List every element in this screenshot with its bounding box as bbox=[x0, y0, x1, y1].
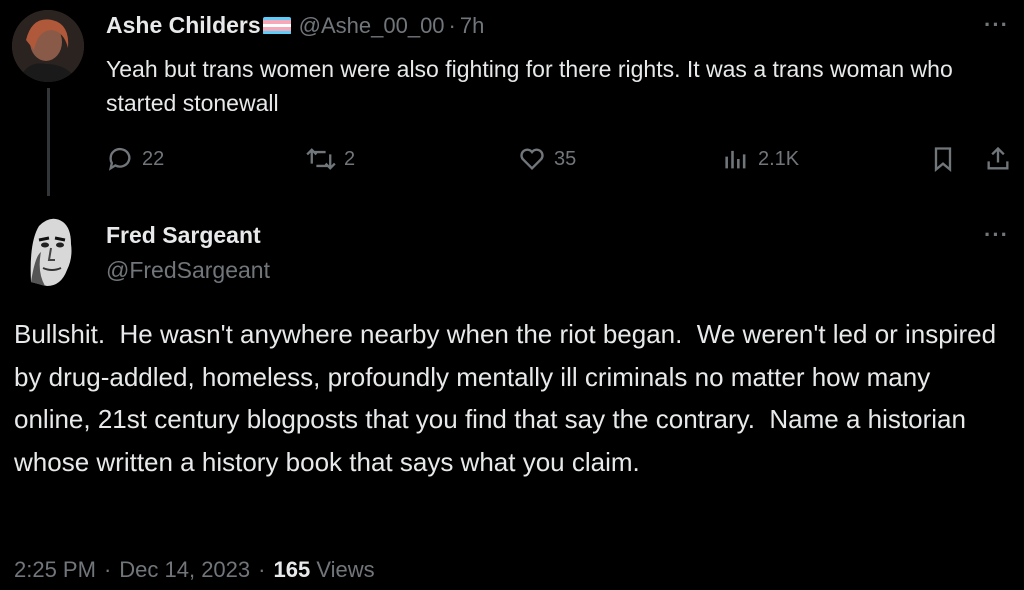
handle[interactable]: @Ashe_00_00 bbox=[299, 13, 445, 39]
more-options-icon[interactable]: ··· bbox=[984, 222, 1009, 248]
timestamp[interactable]: 7h bbox=[460, 13, 484, 39]
bookmark-icon bbox=[934, 147, 952, 172]
avatar[interactable] bbox=[12, 10, 84, 82]
handle[interactable]: @FredSargeant bbox=[106, 257, 270, 284]
share-button[interactable] bbox=[984, 145, 1012, 173]
like-button[interactable]: 35 bbox=[518, 145, 576, 173]
tweet-text: Bullshit. He wasn't anywhere nearby when… bbox=[14, 319, 1004, 477]
reply-count: 22 bbox=[142, 147, 165, 170]
repost-count: 2 bbox=[344, 147, 356, 170]
tweet-date[interactable]: Dec 14, 2023 bbox=[119, 557, 250, 583]
display-name[interactable]: Fred Sargeant bbox=[106, 222, 261, 249]
reply-button[interactable]: 22 bbox=[106, 145, 164, 173]
reply-text: Yeah but trans women were also fighting … bbox=[106, 56, 953, 116]
reply-icon bbox=[108, 147, 131, 171]
avatar[interactable] bbox=[25, 212, 77, 288]
bookmark-button[interactable] bbox=[929, 145, 957, 173]
tweet-meta: 2:25 PM · Dec 14, 2023 · 165 Views bbox=[14, 557, 375, 583]
like-icon bbox=[520, 148, 544, 170]
views-summary[interactable]: 165 Views bbox=[273, 557, 374, 583]
share-icon bbox=[987, 146, 1009, 170]
avatar-image bbox=[12, 10, 84, 82]
views-button[interactable]: 2.1K bbox=[722, 145, 799, 173]
display-name[interactable]: Ashe Childers bbox=[106, 12, 261, 39]
reply-header: Ashe Childers @Ashe_00_00 · 7h bbox=[106, 12, 484, 39]
avatar-image bbox=[25, 212, 77, 288]
trans-flag-icon bbox=[262, 16, 291, 35]
separator: · bbox=[448, 12, 456, 38]
like-count: 35 bbox=[554, 147, 577, 170]
repost-button[interactable]: 2 bbox=[306, 145, 355, 173]
separator: · bbox=[103, 557, 112, 582]
tweet-time[interactable]: 2:25 PM bbox=[14, 557, 96, 583]
repost-icon bbox=[306, 148, 336, 170]
views-count: 165 bbox=[273, 557, 311, 582]
views-count: 2.1K bbox=[758, 147, 800, 170]
more-options-icon[interactable]: ··· bbox=[984, 12, 1009, 38]
views-icon bbox=[725, 150, 746, 169]
views-label: Views bbox=[316, 557, 375, 582]
thread-line bbox=[47, 88, 50, 196]
separator: · bbox=[258, 557, 266, 582]
